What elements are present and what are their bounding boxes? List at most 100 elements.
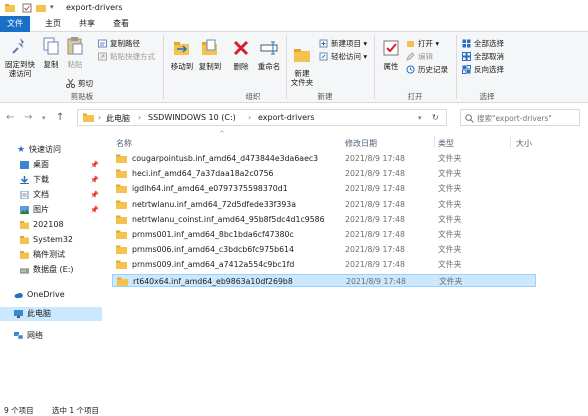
scissors-icon: [66, 79, 75, 88]
organize-group-label: 组织: [245, 92, 261, 101]
tab-home[interactable]: 主页: [38, 16, 68, 32]
edit-button[interactable]: 编辑: [406, 51, 433, 62]
file-list: ^ 名称 修改日期 类型 大小 cougarpointusb.inf_amd64…: [104, 130, 588, 402]
new-folder-button[interactable]: 新建 文件夹: [290, 36, 314, 96]
invert-selection-icon: [462, 65, 471, 74]
table-row[interactable]: heci.inf_amd64_7a37daa18a2c0756 2021/8/9 …: [112, 167, 536, 180]
file-date: 2021/8/9 17:48: [345, 214, 405, 224]
delete-button[interactable]: 删除: [228, 38, 254, 71]
history-icon: [406, 65, 415, 74]
paste-shortcut-icon: [98, 52, 107, 61]
table-row[interactable]: prnms001.inf_amd64_8bc1bda6cf47380c 2021/…: [112, 228, 536, 241]
delete-x-icon: [233, 40, 249, 56]
new-item-icon: [319, 39, 328, 48]
network-icon: [14, 332, 23, 340]
search-box[interactable]: 搜索"export-drivers": [460, 109, 580, 126]
window-title: export-drivers: [66, 3, 123, 12]
pin-quick-access-button[interactable]: 固定到快速访问: [2, 36, 38, 78]
nav-folder-system32[interactable]: System32: [0, 233, 102, 247]
breadcrumb-pc[interactable]: 此电脑: [106, 113, 130, 124]
nav-documents[interactable]: 文档 📌: [0, 188, 102, 202]
easy-access-button[interactable]: 轻松访问 ▾: [319, 51, 367, 62]
table-row[interactable]: prnms009.inf_amd64_a7412a554c9bc1fd 2021/…: [112, 258, 536, 271]
new-folder-icon[interactable]: [36, 3, 46, 13]
open-button[interactable]: 打开 ▾: [406, 38, 439, 49]
properties-check-icon[interactable]: [22, 3, 32, 13]
file-date: 2021/8/9 17:48: [345, 169, 405, 179]
breadcrumb-drive-c[interactable]: SSDWINDOWS 10 (C:): [148, 113, 236, 122]
folder-icon: [116, 245, 127, 255]
properties-button[interactable]: 属性: [378, 38, 404, 71]
table-row[interactable]: netrtwlanu_coinst.inf_amd64_95b8f5dc4d1c…: [112, 213, 536, 226]
paste-shortcut-label: 粘贴快捷方式: [110, 52, 155, 61]
column-header-size[interactable]: 大小: [516, 138, 532, 149]
documents-folder-icon: [20, 191, 29, 199]
forward-arrow-icon[interactable]: →: [24, 112, 32, 123]
new-folder-label: 新建 文件夹: [290, 69, 314, 87]
nav-folder-202108[interactable]: 202108: [0, 218, 102, 232]
ribbon-separator: [456, 35, 457, 99]
file-date: 2021/8/9 17:48: [346, 276, 406, 286]
nav-this-pc[interactable]: 此电脑: [0, 307, 102, 321]
nav-label: 快速访问: [29, 145, 61, 154]
paste-shortcut-button[interactable]: 粘贴快捷方式: [98, 51, 155, 62]
edit-icon: [406, 52, 415, 61]
table-row[interactable]: netrtwlanu.inf_amd64_72d5dfede33f393a 202…: [112, 198, 536, 211]
copy-button[interactable]: 复制: [40, 36, 62, 69]
folder-icon: [116, 230, 127, 239]
address-dropdown-icon[interactable]: ▾: [418, 114, 422, 122]
rename-label: 重命名: [257, 62, 281, 71]
select-none-button[interactable]: 全部取消: [462, 51, 504, 62]
sort-indicator-icon: ^: [219, 130, 225, 138]
table-row[interactable]: igdlh64.inf_amd64_e0797375598370d1 2021/8…: [112, 182, 536, 195]
file-name: heci.inf_amd64_7a37daa18a2c0756: [132, 169, 274, 179]
select-all-button[interactable]: 全部选择: [462, 38, 504, 49]
cut-button[interactable]: 剪切: [66, 78, 93, 89]
up-arrow-icon[interactable]: ↑: [56, 112, 64, 123]
table-row[interactable]: cougarpointusb.inf_amd64_d473844e3da6aec…: [112, 152, 536, 165]
recent-locations-icon[interactable]: ▾: [42, 114, 46, 122]
nav-onedrive[interactable]: OneDrive: [0, 288, 102, 302]
nav-desktop[interactable]: 桌面 📌: [0, 158, 102, 172]
table-row[interactable]: rt640x64.inf_amd64_eb9863a10df269b8 2021/…: [112, 273, 536, 287]
nav-pictures[interactable]: 图片 📌: [0, 203, 102, 217]
open-label: 打开 ▾: [418, 39, 440, 48]
nav-network[interactable]: 网络: [0, 329, 102, 343]
copy-to-button[interactable]: 复制到: [196, 38, 224, 71]
nav-data-drive-e[interactable]: 数据盘 (E:): [0, 263, 102, 277]
open-icon: [407, 41, 414, 47]
nav-folder-draft-test[interactable]: 稿件测试: [0, 248, 102, 262]
move-to-icon: [174, 42, 189, 55]
paste-button[interactable]: 粘贴: [64, 36, 86, 69]
breadcrumb-export-drivers[interactable]: export-drivers: [258, 113, 315, 122]
column-header-name[interactable]: 名称: [116, 138, 132, 149]
nav-downloads[interactable]: 下载 📌: [0, 173, 102, 187]
move-to-label: 移动到: [170, 62, 194, 71]
copy-path-button[interactable]: 复制路径: [98, 38, 140, 49]
history-button[interactable]: 历史记录: [406, 64, 448, 75]
table-row[interactable]: prnms006.inf_amd64_c3bdcb6fc975b614 2021/…: [112, 243, 536, 256]
address-bar[interactable]: › 此电脑 › SSDWINDOWS 10 (C:) › export-driv…: [77, 109, 447, 126]
column-header-date[interactable]: 修改日期: [345, 138, 377, 149]
file-name: netrtwlanu.inf_amd64_72d5dfede33f393a: [132, 199, 297, 209]
tab-view[interactable]: 查看: [106, 16, 136, 32]
move-to-button[interactable]: 移动到: [168, 38, 196, 71]
back-arrow-icon[interactable]: ←: [6, 112, 14, 123]
column-header-type[interactable]: 类型: [438, 138, 454, 149]
tab-file[interactable]: 文件: [0, 16, 30, 32]
file-type: 文件夹: [438, 214, 462, 224]
tab-share[interactable]: 共享: [72, 16, 102, 32]
properties-label: 属性: [383, 62, 399, 71]
customize-quick-access-icon[interactable]: ▾: [50, 3, 54, 11]
item-count: 9 个项目: [4, 406, 34, 415]
nav-quick-access[interactable]: ★ 快速访问: [0, 143, 102, 157]
invert-selection-button[interactable]: 反向选择: [462, 64, 504, 75]
ribbon-tabs: 文件 主页 共享 查看: [0, 16, 588, 32]
nav-label: 网络: [27, 331, 43, 340]
new-item-button[interactable]: 新建项目 ▾: [319, 38, 367, 49]
rename-button[interactable]: 重命名: [256, 38, 282, 71]
cloud-icon: [14, 293, 23, 299]
select-none-icon: [462, 52, 471, 61]
new-item-label: 新建项目 ▾: [331, 39, 368, 48]
refresh-icon[interactable]: ↻: [432, 113, 439, 122]
